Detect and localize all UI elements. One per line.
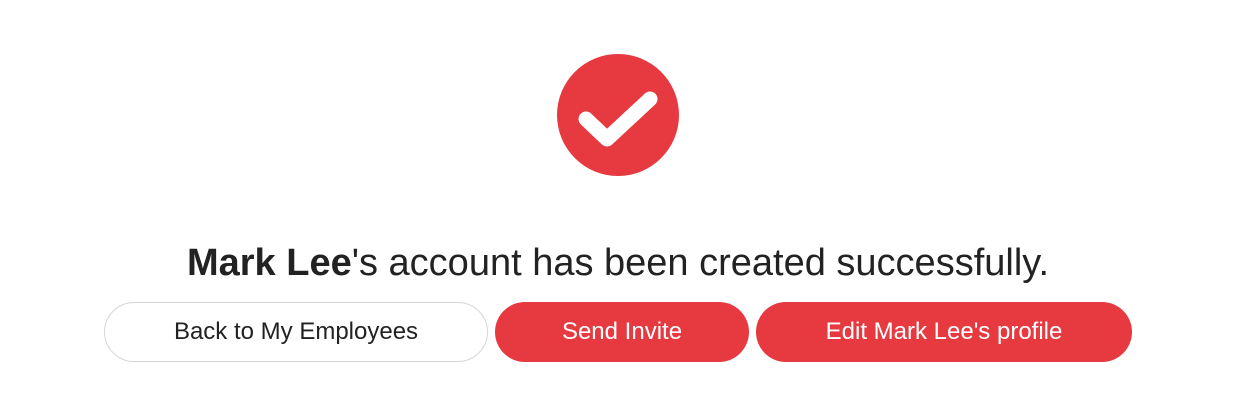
success-message-text: 's account has been created successfully…: [351, 242, 1050, 284]
checkmark-circle-icon: [557, 54, 679, 176]
back-to-employees-button[interactable]: Back to My Employees: [104, 302, 488, 362]
employee-name: Mark Lee: [186, 242, 352, 284]
send-invite-button[interactable]: Send Invite: [495, 302, 749, 362]
edit-profile-button[interactable]: Edit Mark Lee's profile: [756, 302, 1132, 362]
action-buttons: Back to My Employees Send Invite Edit Ma…: [0, 302, 1241, 362]
success-message: Mark Lee's account has been created succ…: [0, 238, 1236, 288]
